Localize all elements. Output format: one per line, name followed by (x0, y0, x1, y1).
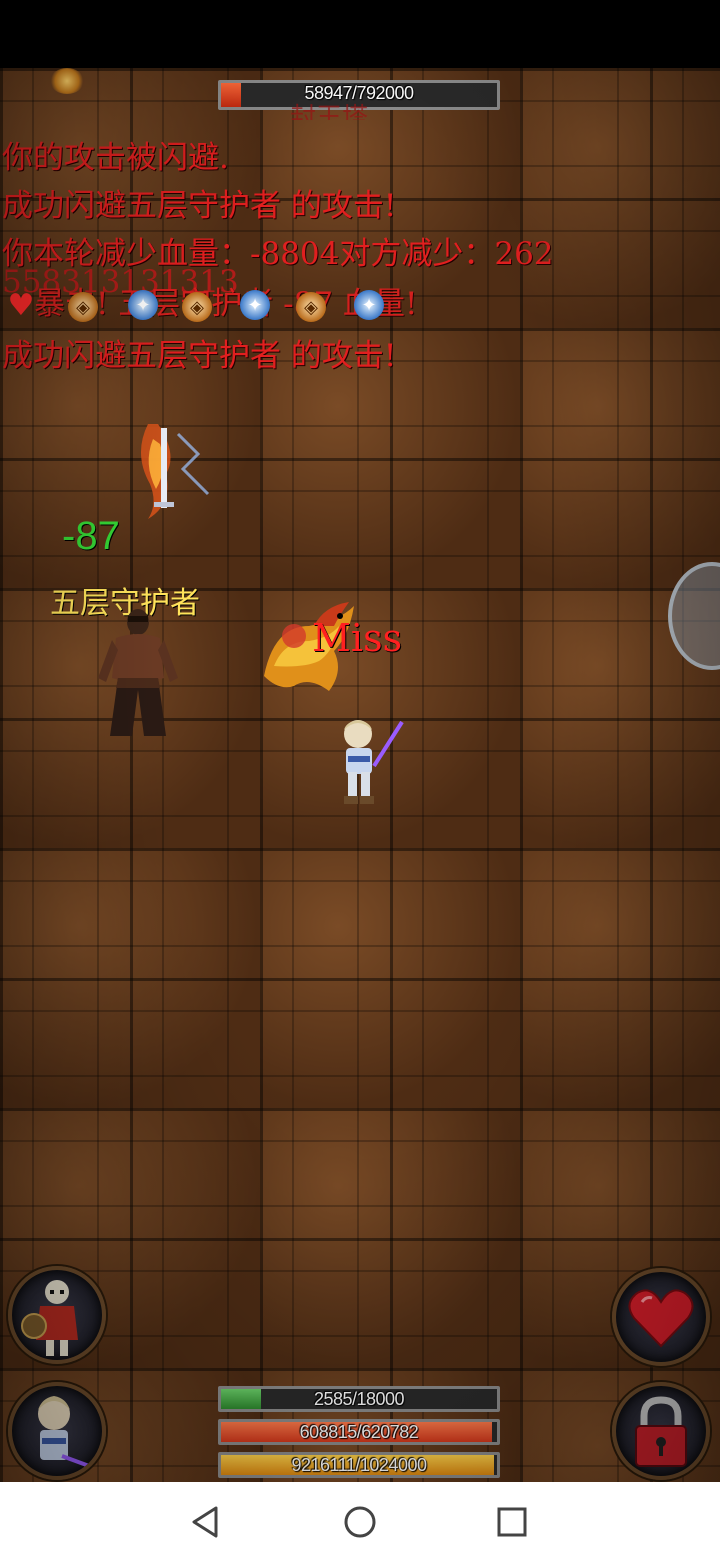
lock-button[interactable] (612, 1382, 710, 1480)
boss-title-partial: 封王塔 (290, 103, 369, 120)
shield-buff-icon: ◈ (68, 292, 98, 322)
shield-buff-icon: ◈ (182, 292, 212, 322)
sword-buff-icon: ✦ (240, 290, 270, 320)
player-hp-bar: 608815/620782 (218, 1419, 500, 1445)
status-bar (0, 0, 720, 68)
heart-icon (628, 1289, 694, 1348)
hero-portrait-button[interactable] (8, 1382, 106, 1480)
player-exp-bar: 9216111/1024000 (218, 1452, 500, 1478)
back-icon[interactable] (188, 1504, 224, 1540)
lock-icon (635, 1396, 687, 1467)
player-exp-text: 9216111/1024000 (291, 1455, 427, 1475)
sword-buff-icon: ✦ (128, 290, 158, 320)
side-menu-button[interactable] (668, 562, 720, 670)
player-hero-sprite[interactable] (330, 714, 410, 810)
player-mp-bar: 2585/18000 (218, 1386, 500, 1412)
flaming-sword-effect (140, 424, 210, 519)
enemy-guardian-sprite[interactable] (88, 608, 188, 743)
navigation-bar (0, 1482, 720, 1560)
damage-number: -87 (62, 514, 120, 558)
miss-text: Miss (312, 616, 403, 660)
sword-buff-icon: ✦ (354, 290, 384, 320)
heal-button[interactable] (612, 1268, 710, 1366)
shield-buff-icon: ◈ (296, 292, 326, 322)
combat-log-line-5: 成功闪避五层守护者 的攻击! (2, 338, 397, 374)
heart-buff-icon: ♥ (7, 287, 35, 323)
hero-portrait-icon (38, 1396, 101, 1472)
player-mp-text: 2585/18000 (313, 1389, 405, 1409)
recents-icon[interactable] (494, 1504, 530, 1540)
combat-log-line-1: 你的攻击被闪避. (2, 140, 229, 176)
player-hp-text: 608815/620782 (299, 1422, 419, 1442)
game-area[interactable]: 58947/792000 封王塔 你的攻击被闪避. 成功闪避五层守护者 的攻击!… (0, 68, 720, 1482)
torch-light (50, 68, 84, 94)
home-icon[interactable] (342, 1504, 378, 1540)
pet-portrait-button[interactable] (8, 1266, 106, 1364)
combat-log-line-2: 成功闪避五层守护者 的攻击! (2, 188, 397, 224)
skeleton-warrior-icon (21, 1280, 78, 1356)
